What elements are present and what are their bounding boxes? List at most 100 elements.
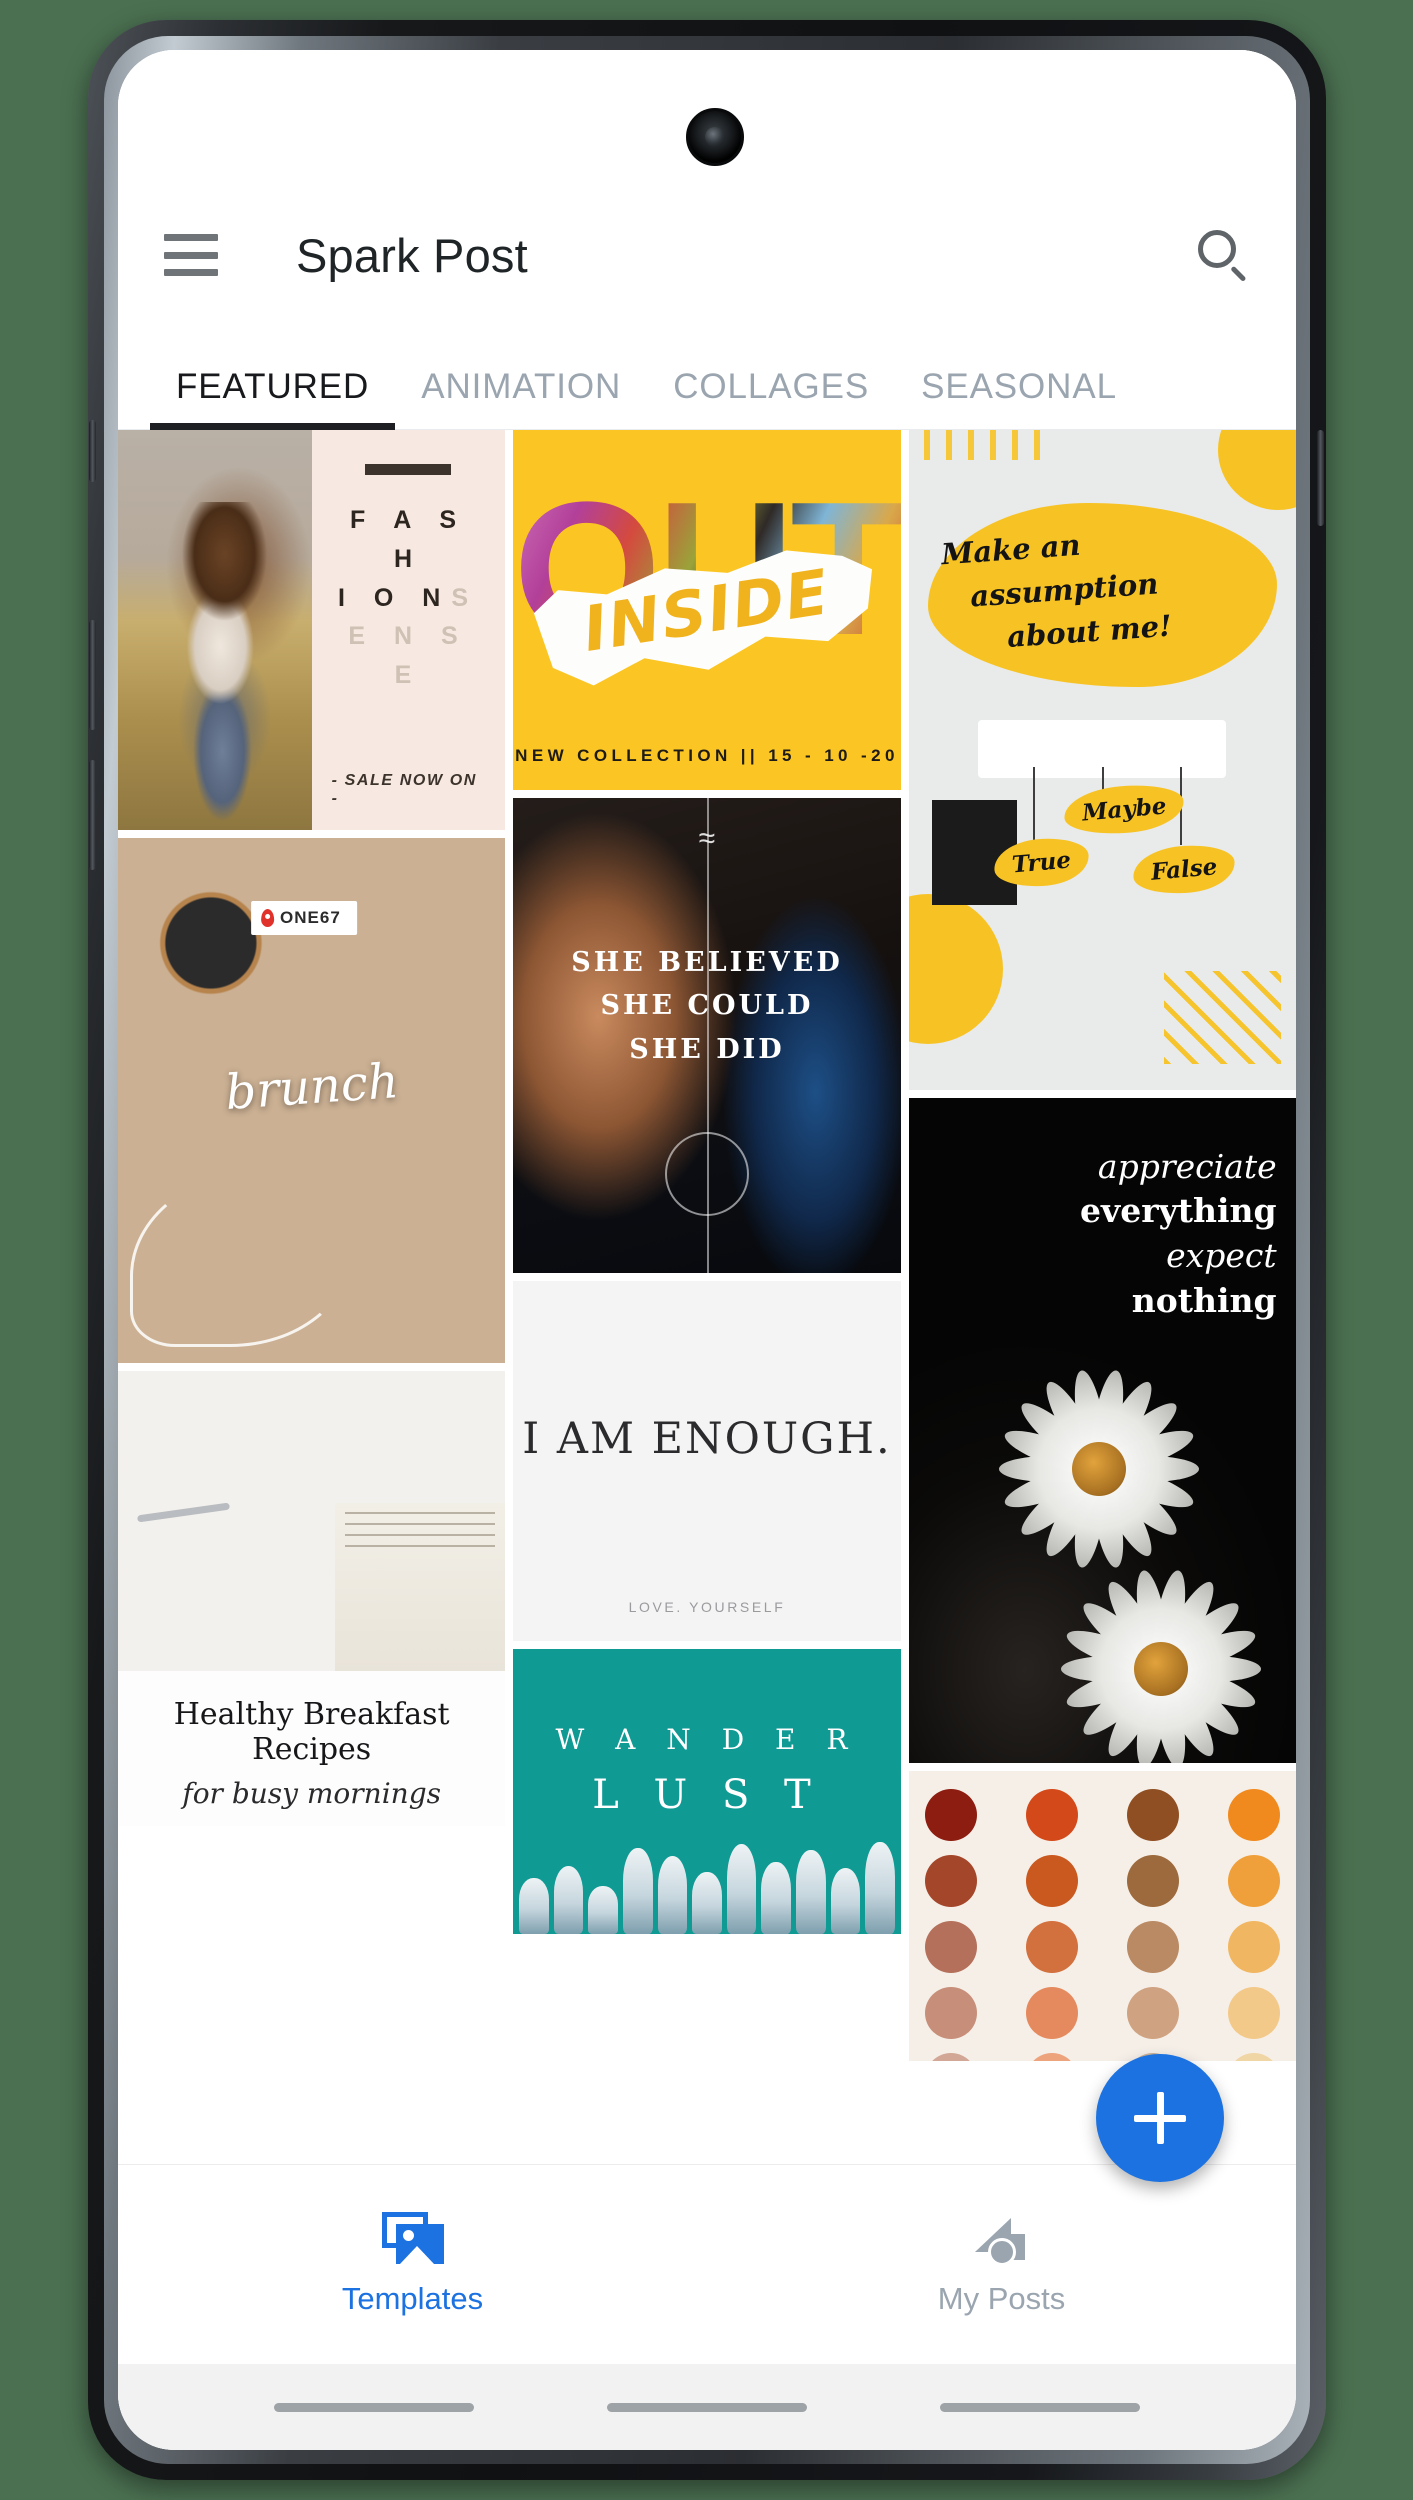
palette-dot [1025, 1789, 1078, 1841]
palette-row [924, 1921, 1280, 1973]
daisy-core [1071, 1442, 1126, 1496]
believed-circle-decoration [664, 1132, 749, 1216]
palette-dot [924, 1789, 977, 1841]
believed-quote: SHE BELIEVED SHE COULD SHE DID [513, 941, 900, 1072]
spoon-icon [137, 1502, 231, 1523]
search-icon[interactable] [1194, 227, 1250, 283]
believed-line-1: SHE BELIEVED [571, 946, 843, 978]
gesture-pill-center[interactable] [606, 2402, 807, 2412]
boat [761, 1862, 791, 1934]
phone-button-volume-down[interactable] [89, 760, 96, 870]
fashion-line-2: I O NS [338, 579, 479, 618]
assumption-option-maybe[interactable]: Maybe [1061, 781, 1186, 839]
boat [830, 1868, 861, 1934]
gesture-pill-left[interactable] [274, 2402, 475, 2412]
fashion-line-1: F A S H [349, 506, 467, 573]
out-footer: NEW COLLECTION || 15 - 10 -20 [515, 746, 899, 765]
fashion-line-3: E N S E [348, 622, 469, 689]
fashion-line-2-dark: I O N [337, 583, 452, 612]
daisy-line-2: everything [1080, 1191, 1277, 1231]
daisy-line-1: appreciate [1097, 1146, 1277, 1186]
template-card-make-an-assumption[interactable]: Make an assumption about me! Maybe True … [908, 430, 1296, 1090]
bottom-nav-item-templates[interactable]: Templates [118, 2212, 707, 2317]
menu-line-1 [164, 234, 218, 241]
palette-dot [1025, 1987, 1078, 2039]
template-card-brunch[interactable]: ONE67 brunch [118, 838, 506, 1363]
phone-button-power[interactable] [1317, 430, 1324, 526]
template-card-she-believed[interactable]: ≈ SHE BELIEVED SHE COULD SHE DID [513, 798, 901, 1273]
boat [519, 1878, 549, 1934]
brunch-swirl-decoration [129, 1168, 355, 1348]
bottom-navigation: Templates My Posts [118, 2164, 1296, 2364]
menu-line-3 [164, 269, 218, 276]
search-icon-ring [1198, 230, 1236, 268]
search-icon-handle [1230, 265, 1247, 282]
boat [553, 1866, 584, 1934]
grid-column-1: F A S H I O NS E N S E - SALE NOW ON - O… [118, 430, 506, 2164]
template-card-wander-lust[interactable]: W A N D E R L U S T [513, 1649, 901, 1934]
bottom-nav-label-my-posts: My Posts [937, 2281, 1066, 2316]
assumption-circle-top-right [1217, 430, 1296, 510]
template-card-appreciate-everything[interactable]: appreciate everything expect nothing [908, 1098, 1296, 1763]
bottom-nav-label-templates: Templates [341, 2281, 484, 2316]
phone-button-bixby[interactable] [89, 420, 96, 482]
phone-button-volume-up[interactable] [89, 620, 96, 730]
template-card-color-palette[interactable] [908, 1771, 1296, 2061]
assumption-option-false[interactable]: False [1131, 841, 1238, 898]
template-card-healthy-breakfast[interactable]: Healthy Breakfast Recipes for busy morni… [118, 1371, 506, 1826]
daisy-quote: appreciate everything expect nothing [1080, 1145, 1277, 1325]
android-gesture-bar [118, 2364, 1296, 2450]
templates-icon-front [395, 2224, 444, 2264]
book-line [344, 1545, 496, 1548]
palette-dot [924, 1855, 977, 1907]
wave-icon: ≈ [698, 822, 716, 855]
boat [865, 1842, 895, 1934]
palette-dot [1227, 2053, 1280, 2061]
tab-featured[interactable]: FEATURED [150, 367, 396, 430]
spark-post-app: Spark Post FEATURED ANIMATION COLLAGES S… [118, 50, 1296, 2450]
palette-dot [1025, 1921, 1078, 1973]
template-card-i-am-enough[interactable]: I AM ENOUGH. LOVE. YOURSELF [513, 1281, 901, 1641]
tab-seasonal[interactable]: SEASONAL [895, 367, 1143, 429]
believed-line-3: SHE DID [629, 1033, 785, 1065]
daisy-line-4: nothing [1131, 1281, 1277, 1321]
palette-dot [1227, 1921, 1280, 1973]
palette-dot [1227, 1987, 1280, 2039]
boat [588, 1886, 619, 1934]
fashion-rule [365, 464, 452, 475]
app-bar: Spark Post [118, 195, 1296, 315]
create-post-fab[interactable] [1096, 2054, 1224, 2182]
palette-row [924, 1987, 1280, 2039]
enough-headline: I AM ENOUGH. [522, 1414, 892, 1465]
assumption-strand-left [1032, 766, 1035, 847]
palette-dot [1126, 1789, 1179, 1841]
palette-dot [1025, 2053, 1078, 2061]
image-templates-icon [381, 2212, 444, 2264]
boat [795, 1850, 826, 1934]
believed-line-2: SHE COULD [600, 990, 814, 1022]
template-grid[interactable]: F A S H I O NS E N S E - SALE NOW ON - O… [118, 430, 1296, 2164]
healthy-subtitle: for busy mornings [182, 1777, 441, 1811]
tab-animation[interactable]: ANIMATION [395, 367, 647, 429]
daisy-flower-lower [1056, 1564, 1266, 1763]
gesture-pill-right[interactable] [939, 2402, 1140, 2412]
book-line [344, 1534, 496, 1537]
tab-collages[interactable]: COLLAGES [647, 367, 895, 429]
assumption-top-doodle [924, 430, 1041, 460]
my-posts-icon [971, 2212, 1033, 2266]
grid-column-2: OUT INSIDE NEW COLLECTION || 15 - 10 -20… [513, 430, 901, 2164]
template-card-out-inside[interactable]: OUT INSIDE NEW COLLECTION || 15 - 10 -20 [513, 430, 901, 790]
book-line [344, 1523, 496, 1526]
wander-line-1: W A N D E R [555, 1723, 859, 1756]
menu-line-2 [164, 251, 218, 259]
bottom-nav-item-my-posts[interactable]: My Posts [707, 2212, 1296, 2317]
palette-dot [1227, 1789, 1280, 1841]
daisy-flower-upper [994, 1364, 1204, 1574]
fashion-text-panel: F A S H I O NS E N S E - SALE NOW ON - [311, 430, 506, 830]
boat [657, 1856, 688, 1934]
palette-row [924, 1789, 1280, 1841]
palette-dot [924, 1921, 977, 1973]
hamburger-menu-icon[interactable] [164, 234, 218, 276]
template-card-fashion-sense[interactable]: F A S H I O NS E N S E - SALE NOW ON - [118, 430, 506, 830]
front-camera-icon [686, 108, 744, 166]
